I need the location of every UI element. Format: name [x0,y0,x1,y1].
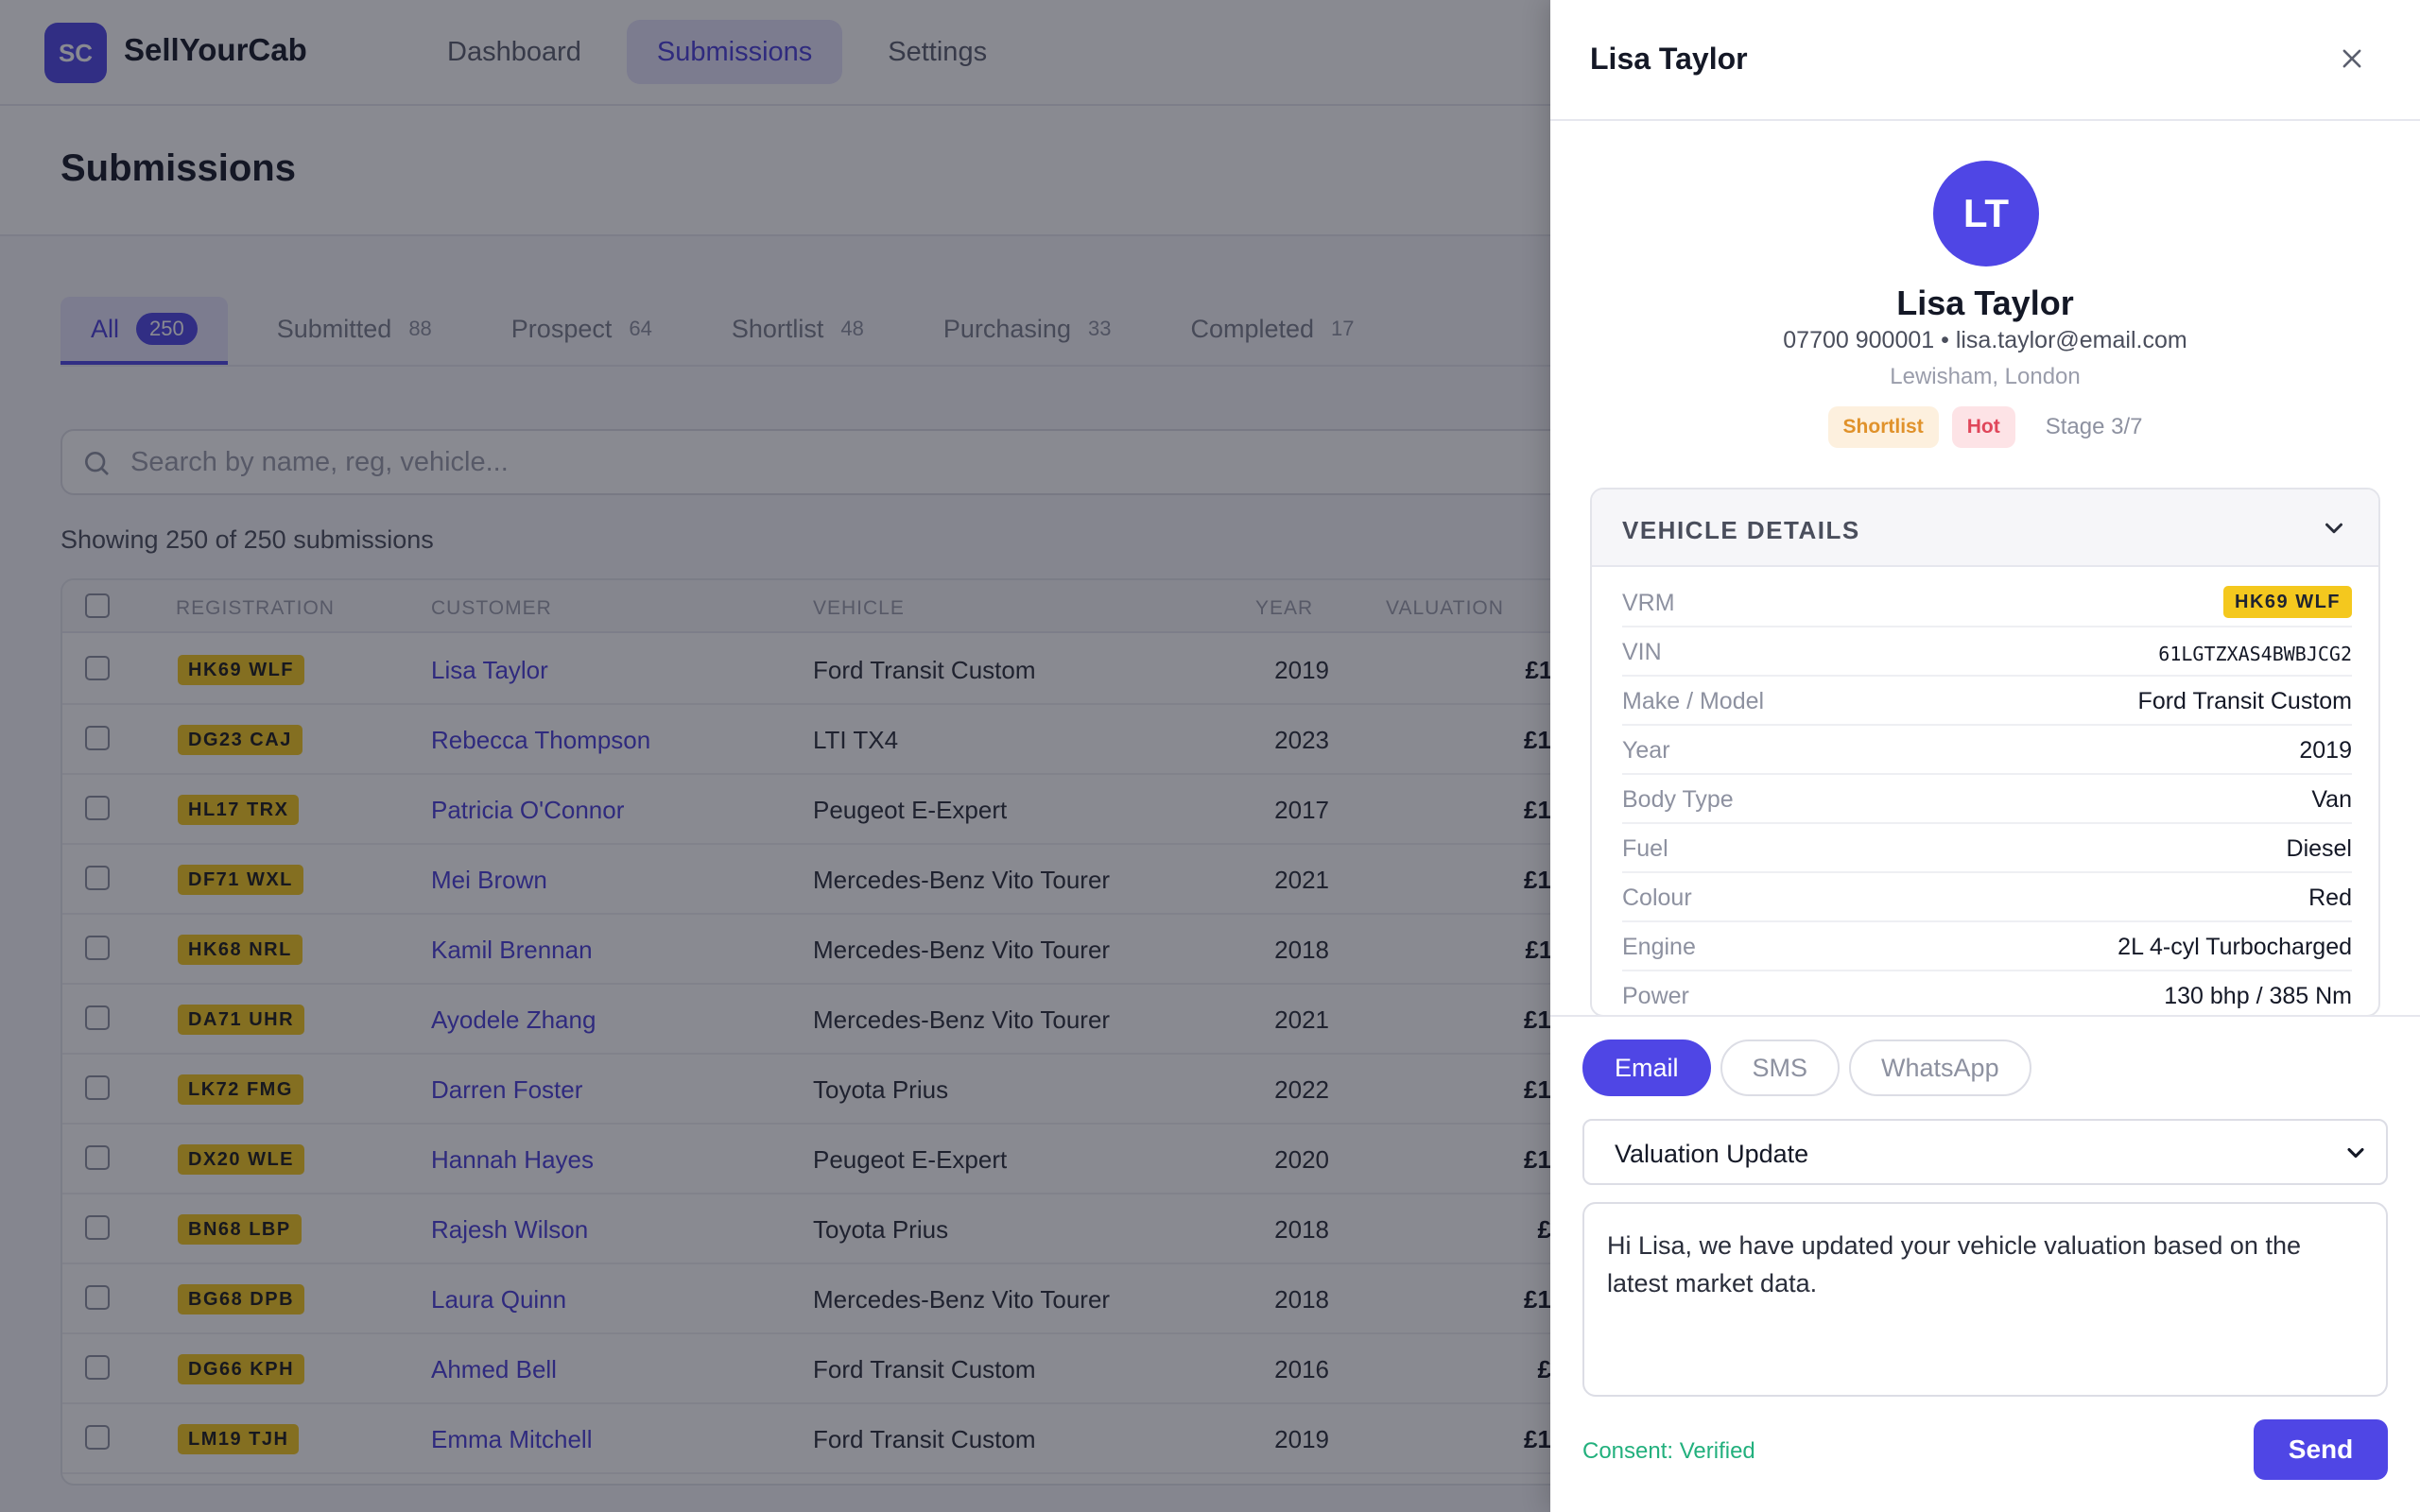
detail-value: Ford Transit Custom [2137,688,2352,714]
detail-label: Colour [1622,885,1692,911]
vehicle-details-card: VEHICLE DETAILS VRM HK69 WLF VIN 61LGTZX… [1590,488,2380,1017]
close-button[interactable] [2331,38,2373,79]
detail-row-engine: Engine 2L 4-cyl Turbocharged [1622,922,2352,971]
detail-row-power: Power 130 bhp / 385 Nm [1622,971,2352,1015]
send-button[interactable]: Send [2254,1419,2388,1480]
detail-label: Make / Model [1622,688,1765,714]
customer-drawer: Lisa Taylor LT Lisa Taylor 07700 900001 … [1550,0,2420,1512]
detail-row-colour: Colour Red [1622,873,2352,922]
customer-name: Lisa Taylor [1896,284,2074,322]
status-badges: Shortlist Hot Stage 3/7 [1550,406,2420,448]
detail-label: Engine [1622,934,1696,960]
close-icon [2342,49,2361,68]
channel-sms-button[interactable]: SMS [1720,1040,1841,1096]
vehicle-details-title: VEHICLE DETAILS [1622,516,1860,544]
detail-row-make-model: Make / Model Ford Transit Custom [1622,677,2352,726]
detail-row-vrm: VRM HK69 WLF [1622,578,2352,627]
avatar: LT [1933,161,2039,266]
detail-label: Body Type [1622,786,1734,813]
detail-label: Fuel [1622,835,1668,862]
detail-value: 61LGTZXAS4BWBJCG2 [2158,643,2352,665]
detail-value: 2019 [2299,737,2352,764]
chevron-down-icon[interactable] [2320,514,2348,542]
status-badge: Shortlist [1827,406,1939,448]
channel-selector: Email SMS WhatsApp [1582,1040,2031,1096]
vrm-plate: HK69 WLF [2223,586,2352,618]
channel-email-button[interactable]: Email [1582,1040,1711,1096]
detail-value: Van [2311,786,2352,813]
stage-indicator: Stage 3/7 [2045,414,2143,439]
channel-whatsapp-button[interactable]: WhatsApp [1849,1040,2031,1096]
detail-value: 130 bhp / 385 Nm [2164,983,2352,1009]
detail-value: 2L 4-cyl Turbocharged [2118,934,2352,960]
detail-label: Power [1622,983,1689,1009]
customer-location: Lewisham, London [1890,364,2081,389]
message-textarea[interactable]: Hi Lisa, we have updated your vehicle va… [1582,1202,2388,1397]
detail-label: VIN [1622,639,1662,665]
detail-value: Red [2308,885,2352,911]
chevron-down-icon [2347,1147,2364,1159]
modal-backdrop[interactable] [0,0,1550,1512]
hot-badge: Hot [1951,406,2015,448]
detail-row-fuel: Fuel Diesel [1622,824,2352,873]
template-select[interactable]: Valuation Update [1582,1119,2388,1185]
consent-status: Consent: Verified [1582,1438,1755,1464]
detail-value: Diesel [2286,835,2352,862]
detail-label: Year [1622,737,1670,764]
detail-row-body-type: Body Type Van [1622,775,2352,824]
template-selected-value: Valuation Update [1615,1140,1809,1168]
detail-label: VRM [1622,590,1675,616]
drawer-title: Lisa Taylor [1590,42,1748,76]
detail-row-vin: VIN 61LGTZXAS4BWBJCG2 [1622,627,2352,677]
compose-divider [1550,1015,2420,1017]
vehicle-details-header[interactable]: VEHICLE DETAILS [1592,490,2378,567]
drawer-header: Lisa Taylor [1550,0,2420,121]
detail-row-year: Year 2019 [1622,726,2352,775]
customer-contact: 07700 900001 • lisa.taylor@email.com [1783,327,2187,353]
